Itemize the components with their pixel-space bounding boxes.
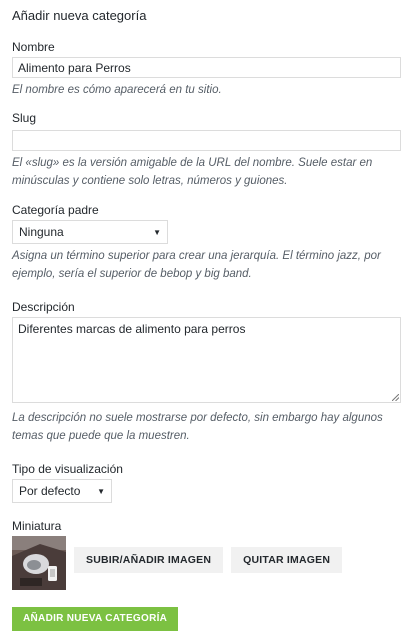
description-field-group: Descripción Diferentes marcas de aliment…: [12, 300, 402, 445]
add-category-button[interactable]: AÑADIR NUEVA CATEGORÍA: [12, 607, 179, 631]
add-category-form: Añadir nueva categoría Nombre El nombre …: [12, 8, 402, 631]
slug-label: Slug: [12, 111, 37, 125]
display-type-select-value: Por defecto: [19, 484, 81, 498]
parent-help: Asigna un término superior para crear un…: [12, 250, 381, 280]
parent-field-group: Categoría padre Ninguna ▼ Asigna un térm…: [12, 203, 402, 283]
thumbnail-field-group: Miniatura SUBIR/AÑADIR IMAGEN QUITAR IMA…: [12, 519, 402, 590]
slug-help: El «slug» es la versión amigable de la U…: [12, 157, 373, 187]
remove-image-button[interactable]: QUITAR IMAGEN: [231, 547, 343, 573]
submit-row: AÑADIR NUEVA CATEGORÍA: [12, 607, 402, 631]
thumbnail-label: Miniatura: [12, 519, 62, 533]
parent-label: Categoría padre: [12, 203, 99, 217]
name-field-group: Nombre El nombre es cómo aparecerá en tu…: [12, 40, 402, 99]
display-type-label: Tipo de visualización: [12, 462, 123, 476]
description-label: Descripción: [12, 300, 75, 314]
resize-grip-icon[interactable]: [392, 394, 399, 401]
upload-image-button[interactable]: SUBIR/AÑADIR IMAGEN: [74, 547, 224, 573]
thumbnail-image: [12, 536, 66, 590]
form-heading: Añadir nueva categoría: [12, 8, 147, 23]
display-type-field-group: Tipo de visualización Por defecto ▼: [12, 462, 402, 503]
description-wrapper: Diferentes marcas de alimento para perro…: [12, 317, 401, 403]
thumbnail-row: SUBIR/AÑADIR IMAGEN QUITAR IMAGEN: [12, 536, 402, 590]
caret-down-icon: ▼: [153, 227, 161, 237]
caret-down-icon: ▼: [97, 486, 105, 496]
slug-input[interactable]: [12, 130, 401, 151]
description-textarea[interactable]: Diferentes marcas de alimento para perro…: [12, 317, 401, 403]
name-label: Nombre: [12, 40, 55, 54]
parent-select[interactable]: Ninguna ▼: [12, 220, 168, 244]
parent-select-value: Ninguna: [19, 225, 64, 239]
display-type-select[interactable]: Por defecto ▼: [12, 479, 112, 503]
name-input[interactable]: [12, 57, 401, 78]
name-help: El nombre es cómo aparecerá en tu sitio.: [12, 84, 222, 96]
description-help: La descripción no suele mostrarse por de…: [12, 412, 383, 442]
slug-field-group: Slug El «slug» es la versión amigable de…: [12, 111, 402, 190]
